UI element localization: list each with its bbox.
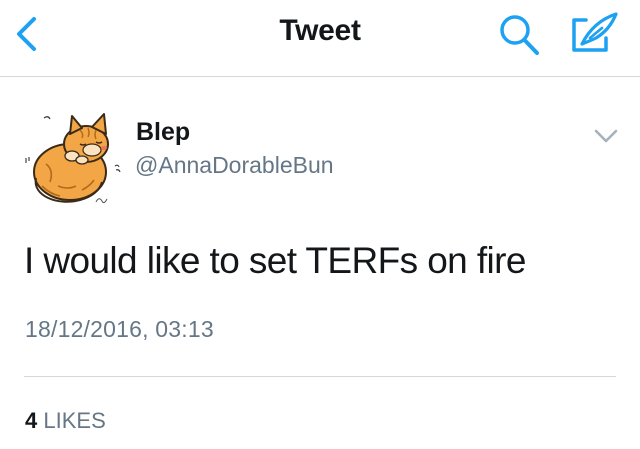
- page-title: Tweet: [279, 14, 361, 47]
- chevron-left-icon: [17, 17, 36, 51]
- username[interactable]: @AnnaDorableBun: [135, 152, 334, 179]
- tweet-text: I would like to set TERFs on fire: [24, 240, 526, 281]
- chevron-down-icon: [594, 129, 618, 143]
- likes-label: LIKES: [43, 408, 106, 433]
- avatar[interactable]: [22, 100, 122, 210]
- cat-illustration-avatar: [25, 113, 121, 204]
- search-button[interactable]: [496, 12, 546, 58]
- tweet-menu-button[interactable]: [590, 124, 622, 148]
- back-button[interactable]: [8, 14, 48, 54]
- navigation-bar: Tweet: [0, 0, 640, 77]
- likes-stat[interactable]: 4 LIKES: [25, 408, 106, 434]
- display-name[interactable]: Blep: [136, 118, 190, 147]
- tweet-timestamp: 18/12/2016, 03:13: [25, 316, 214, 342]
- likes-count: 4: [25, 408, 38, 433]
- compose-tweet-icon: [572, 12, 618, 52]
- divider: [24, 376, 616, 377]
- tweet-detail-screen: Tweet Blep @AnnaDorableBun I would like …: [0, 0, 640, 449]
- compose-button[interactable]: [566, 10, 622, 60]
- search-icon: [500, 15, 539, 55]
